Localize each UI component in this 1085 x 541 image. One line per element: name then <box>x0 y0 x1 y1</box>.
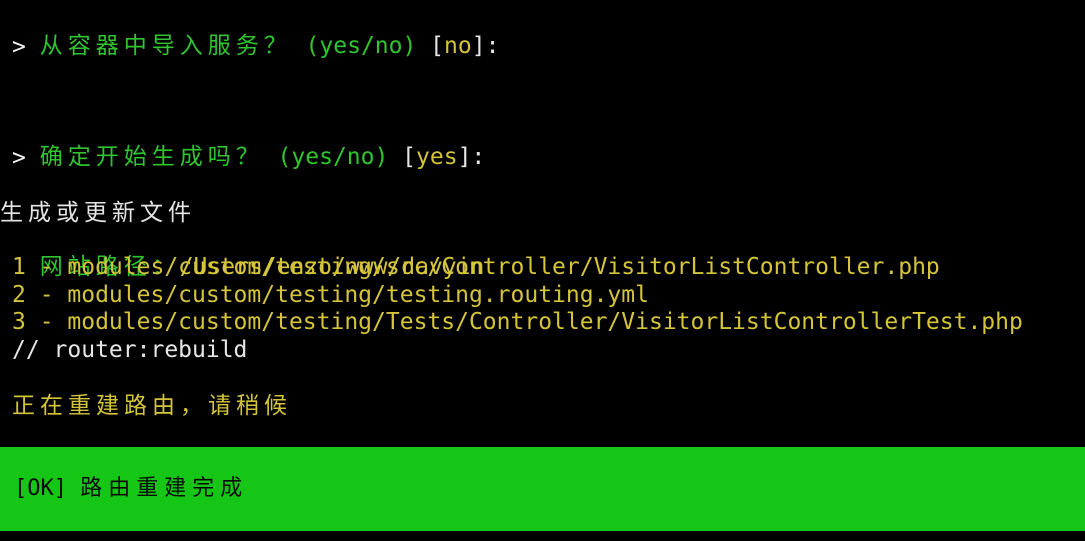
prompt-default-open: [ <box>388 144 417 170</box>
prompt-default-open: [ <box>416 33 445 59</box>
prompt-cursor[interactable]: > <box>12 34 26 61</box>
generation-header: 生成或更新文件 <box>0 200 196 226</box>
prompt-cursor[interactable]: > <box>12 145 26 172</box>
prompt-options: (yes/no) <box>291 33 417 59</box>
file-list-item: 2 - modules/custom/testing/testing.routi… <box>12 282 649 308</box>
success-message: 路由重建完成 <box>80 476 249 501</box>
prompt-question: 从容器中导入服务？ <box>39 33 292 59</box>
success-banner: [OK] 路由重建完成 <box>0 447 1085 531</box>
ok-tag: [OK] <box>14 476 67 501</box>
rebuilding-message: 正在重建路由，请稍候 <box>12 393 292 419</box>
prompt-question: 确定开始生成吗？ <box>39 144 264 170</box>
prompt-confirm-generate: 确定开始生成吗？ (yes/no) [yes]: <box>12 117 486 170</box>
site-path-line: 网站路径：/Users/enzo/www/davyin <box>12 227 485 280</box>
prompt-default-value: no <box>444 33 472 59</box>
success-text: [OK] 路由重建完成 <box>14 475 248 502</box>
prompt-default-close: ]: <box>457 144 486 170</box>
prompt-default-close: ]: <box>471 33 500 59</box>
prompt-default-value: yes <box>416 144 458 170</box>
prompt-options: (yes/no) <box>263 144 389 170</box>
file-list-item: 1 - modules/custom/testing/src/Controlle… <box>12 254 940 280</box>
prompt-import-services: 从容器中导入服务？ (yes/no) [no]: <box>12 6 500 59</box>
file-list-item: 3 - modules/custom/testing/Tests/Control… <box>12 309 1023 335</box>
router-rebuild-comment: // router:rebuild <box>12 337 248 363</box>
